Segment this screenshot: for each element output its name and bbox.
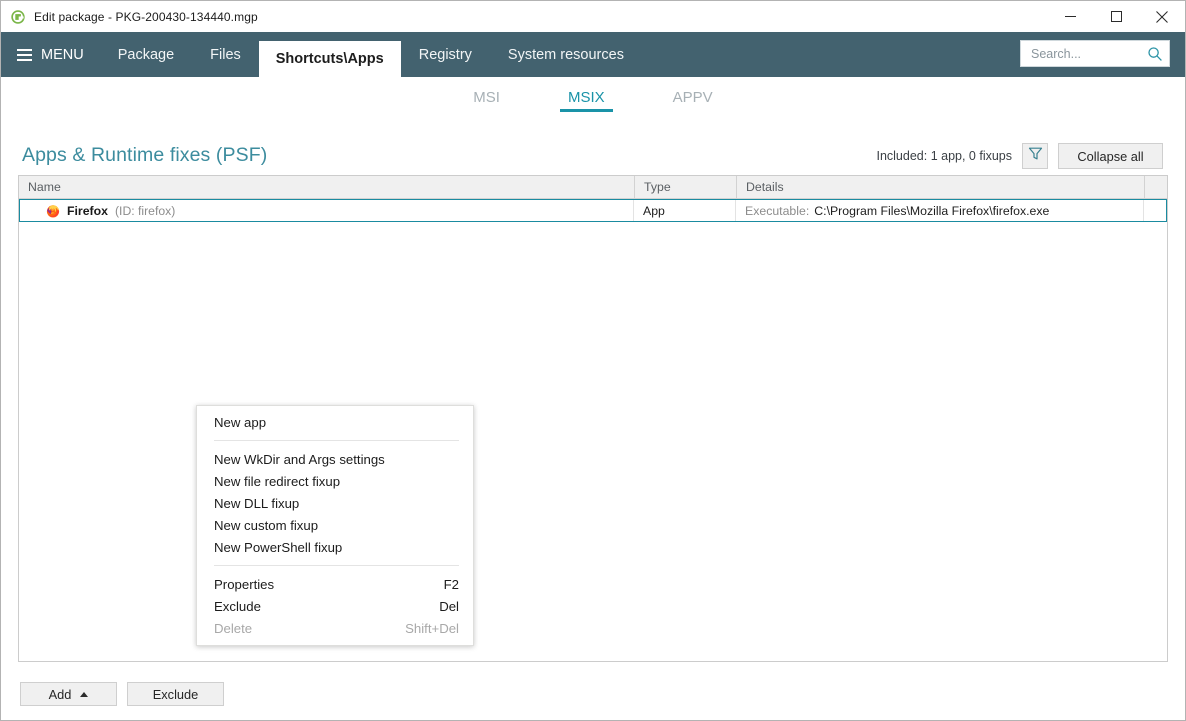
close-icon[interactable] [1139,1,1185,32]
minimize-icon[interactable] [1047,1,1093,32]
column-header-name[interactable]: Name [19,176,635,198]
menu-item-label: New app [214,414,267,430]
context-menu-group-actions: Properties F2 Exclude Del Delete Shift+D… [197,571,473,641]
main-navigation-bar: MENU Package Files Shortcuts\Apps Regist… [1,32,1185,77]
search-input[interactable] [1029,45,1147,62]
context-menu-separator [214,565,459,566]
menu-item-shortcut: Del [439,598,459,614]
column-header-details[interactable]: Details [737,176,1145,198]
search-box[interactable] [1020,40,1170,67]
menu-item-label: Delete [214,620,253,636]
cell-name[interactable]: Firefox (ID: firefox) [20,200,634,221]
filter-button[interactable] [1022,143,1048,169]
nav-tab-list: Package Files Shortcuts\Apps Registry Sy… [100,32,642,77]
menu-item-exclude[interactable]: Exclude Del [197,595,473,617]
app-id-label: (ID: firefox) [115,203,176,218]
details-label: Executable: [745,203,810,218]
hamburger-menu-icon [17,48,32,61]
subtab-msix[interactable]: MSIX [559,86,613,112]
add-button-label: Add [48,686,72,702]
menu-item-label: New WkDir and Args settings [214,451,385,467]
tab-files[interactable]: Files [192,32,259,77]
tab-shortcuts-apps[interactable]: Shortcuts\Apps [258,41,401,77]
exclude-button[interactable]: Exclude [127,682,224,706]
footer-actions: Add Exclude [20,682,224,706]
details-value: C:\Program Files\Mozilla Firefox\firefox… [814,203,1050,218]
menu-item-label: New custom fixup [214,517,319,533]
grid-header-row: Name Type Details [19,176,1167,199]
menu-item-label: New file redirect fixup [214,473,341,489]
app-name-label: Firefox [67,203,108,218]
menu-item-shortcut: F2 [443,576,459,592]
included-summary: Included: 1 app, 0 fixups [876,149,1012,163]
menu-item-shortcut: Shift+Del [405,620,459,636]
tab-registry[interactable]: Registry [401,32,490,77]
menu-item-properties[interactable]: Properties F2 [197,573,473,595]
menu-item-new-powershell-fixup[interactable]: New PowerShell fixup [197,536,473,558]
context-menu-group-fixups: New WkDir and Args settings New file red… [197,446,473,560]
tab-system-resources[interactable]: System resources [490,32,642,77]
application-window: Edit package - PKG-200430-134440.mgp MEN… [0,0,1186,721]
window-controls [1047,1,1185,32]
context-menu: New app New WkDir and Args settings New … [196,405,474,646]
section-toolbar: Included: 1 app, 0 fixups Collapse all [876,143,1163,169]
context-menu-separator [214,440,459,441]
search-icon[interactable] [1147,46,1163,62]
subtab-appv[interactable]: APPV [665,86,721,112]
menu-item-new-dll-fixup[interactable]: New DLL fixup [197,492,473,514]
menu-item-new-app[interactable]: New app [197,411,473,433]
cell-details[interactable]: Executable: C:\Program Files\Mozilla Fir… [736,200,1144,221]
caret-up-icon [80,691,89,697]
maximize-icon[interactable] [1093,1,1139,32]
subtab-msi[interactable]: MSI [465,86,508,112]
cell-type[interactable]: App [634,200,736,221]
title-bar: Edit package - PKG-200430-134440.mgp [1,1,1185,32]
grid-body: Firefox (ID: firefox) App Executable: C:… [19,199,1167,661]
window-title: Edit package - PKG-200430-134440.mgp [34,9,258,24]
funnel-filter-icon [1028,146,1043,166]
page-title: Apps & Runtime fixes (PSF) [22,144,268,166]
add-button[interactable]: Add [20,682,117,706]
menu-item-new-custom-fixup[interactable]: New custom fixup [197,514,473,536]
menu-item-label: Exclude [214,598,261,614]
column-header-blank[interactable] [1145,176,1167,198]
cell-blank[interactable] [1144,200,1166,221]
menu-item-label: Properties [214,576,275,592]
table-row[interactable]: Firefox (ID: firefox) App Executable: C:… [19,199,1167,222]
collapse-all-button[interactable]: Collapse all [1058,143,1163,169]
menu-item-delete: Delete Shift+Del [197,617,473,639]
menu-item-new-wkdir-args-settings[interactable]: New WkDir and Args settings [197,448,473,470]
package-logo-icon [10,9,26,25]
tab-package[interactable]: Package [100,32,192,77]
menu-item-label: New DLL fixup [214,495,300,511]
format-subtab-list: MSI MSIX APPV [1,77,1185,121]
menu-item-new-file-redirect-fixup[interactable]: New file redirect fixup [197,470,473,492]
context-menu-group-new-app: New app [197,409,473,435]
column-header-type[interactable]: Type [635,176,737,198]
apps-grid: Name Type Details Firefox (ID: firefox) … [18,175,1168,662]
menu-button-label: MENU [41,46,84,63]
menu-button[interactable]: MENU [1,32,100,77]
firefox-icon [46,204,60,218]
menu-item-label: New PowerShell fixup [214,539,343,555]
